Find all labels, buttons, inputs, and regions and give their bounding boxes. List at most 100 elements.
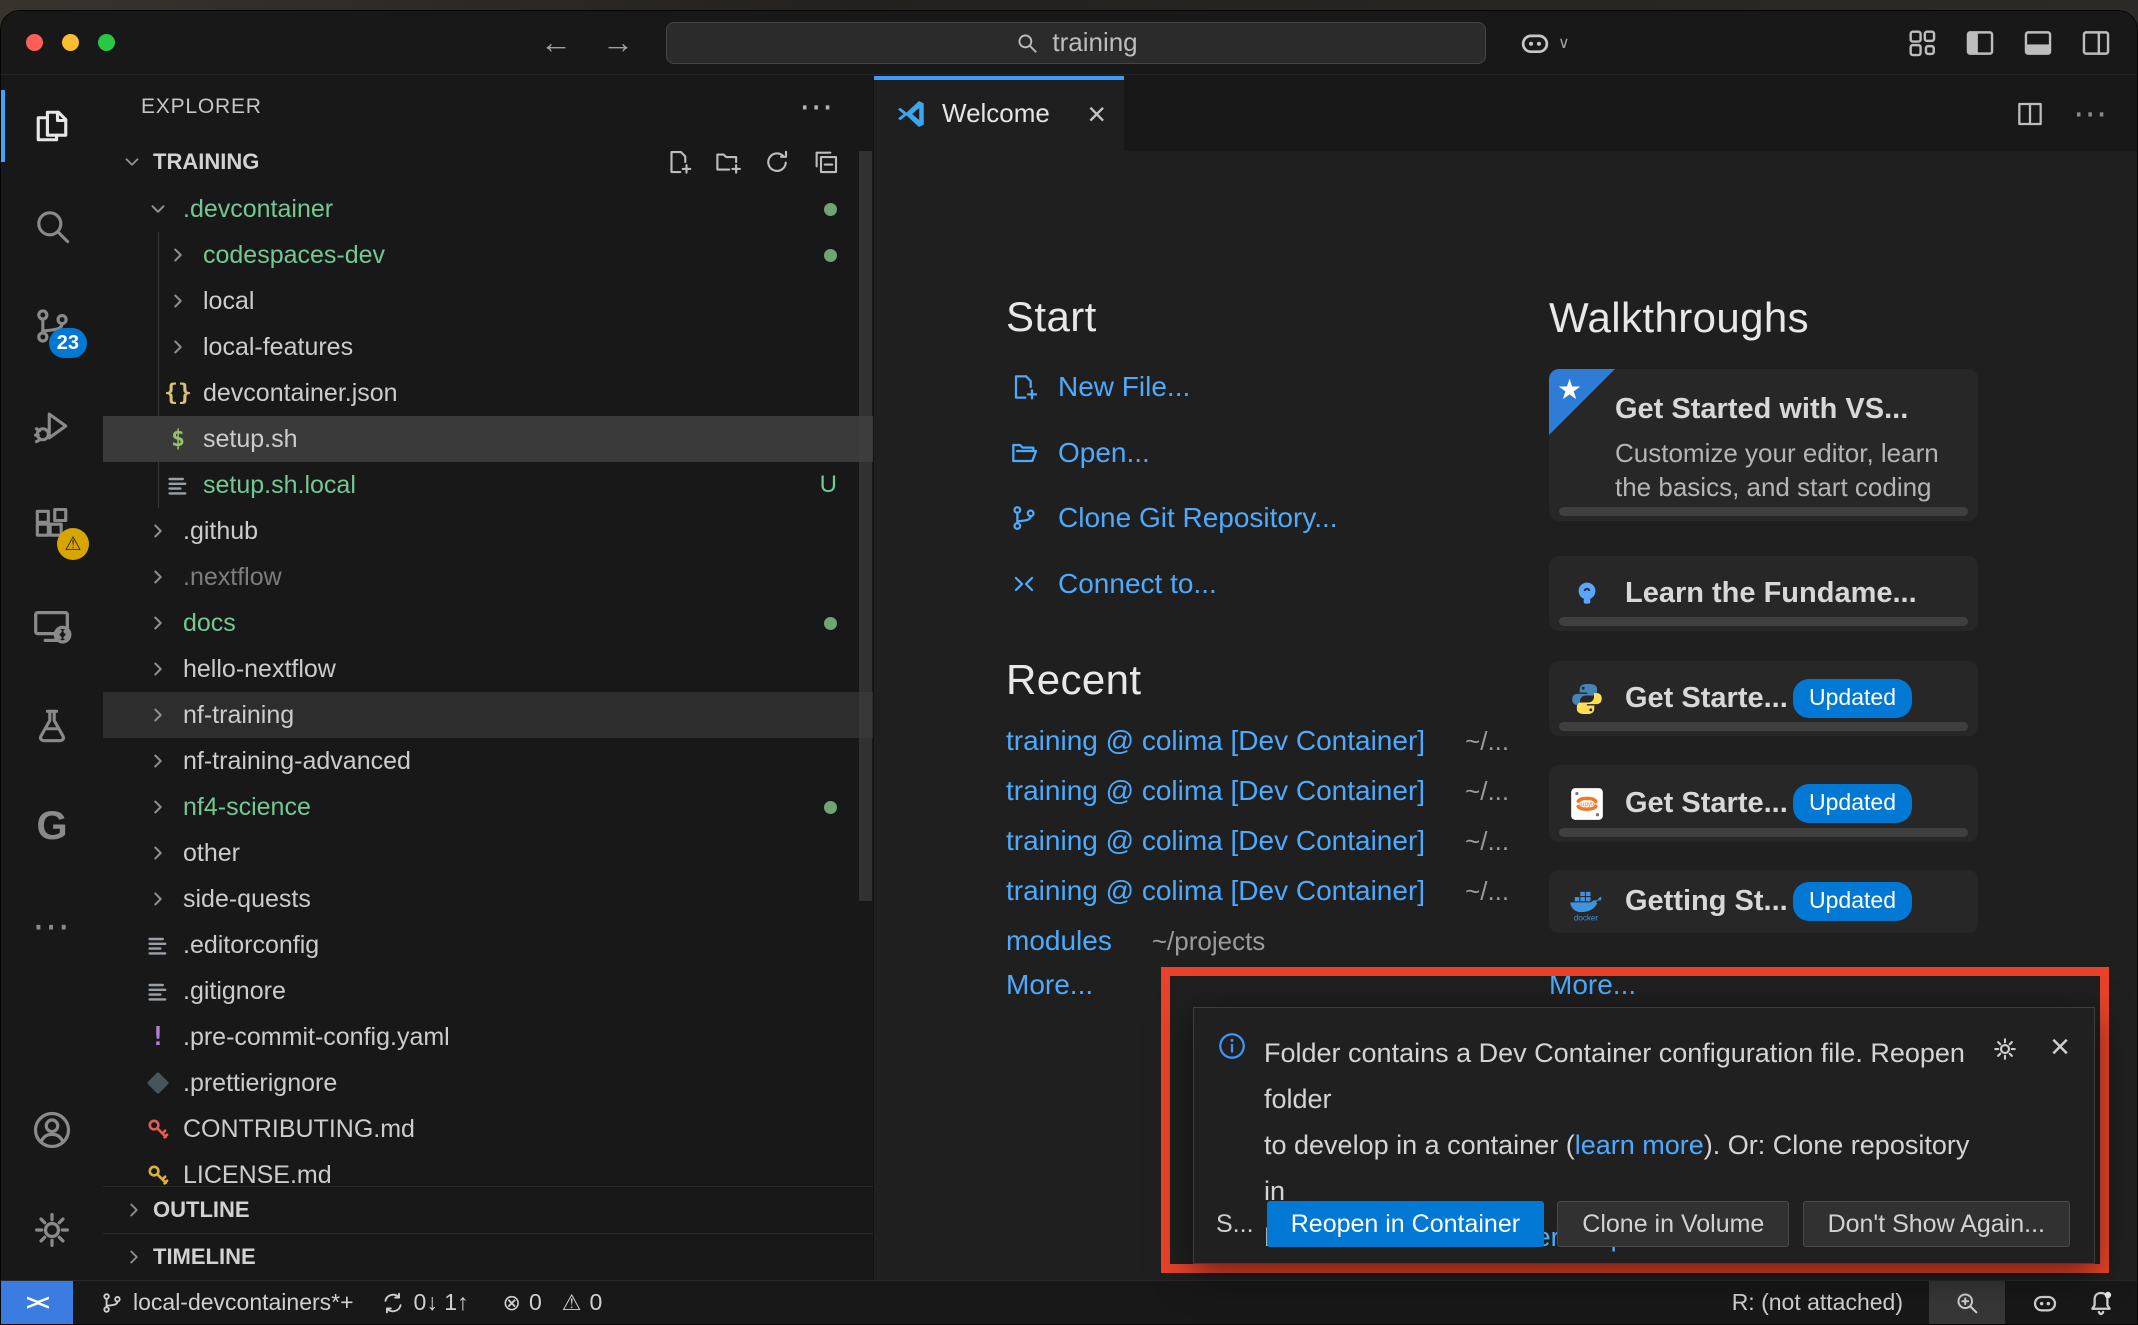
chevron-down-icon (115, 151, 149, 173)
recent-item[interactable]: training @ colima [Dev Container]~/... (1006, 718, 1509, 764)
start-link-clone-git-repository[interactable]: Clone Git Repository... (1006, 494, 1338, 542)
tree-item-label: .devcontainer (183, 195, 333, 224)
close-window-button[interactable] (26, 34, 43, 51)
start-link-new-file[interactable]: New File... (1006, 363, 1190, 411)
split-editor-icon[interactable] (2011, 95, 2049, 133)
gear-icon (29, 1207, 75, 1253)
recent-more-link[interactable]: More... (1006, 969, 1093, 1001)
tree-item--github[interactable]: .github (103, 508, 873, 554)
accounts-button[interactable] (1, 1080, 103, 1180)
tree-item-docs[interactable]: docs (103, 600, 873, 646)
sync-status[interactable]: 0↓ 1↑ (380, 1289, 469, 1316)
walkthrough-card[interactable]: Learn the Fundame... (1549, 556, 1978, 631)
sidebar-scrollbar[interactable] (859, 151, 872, 901)
learn-more-link[interactable]: learn more (1575, 1130, 1704, 1160)
file-type-icon: $ (161, 428, 195, 451)
copilot-menu[interactable]: ∨ (1516, 24, 1570, 62)
start-link-open[interactable]: Open... (1006, 429, 1150, 477)
notification-settings-gear-icon[interactable] (1990, 1034, 2020, 1064)
walkthrough-card[interactable]: ★ Get Started with VS... Customize your … (1549, 369, 1978, 521)
forward-button[interactable]: → (602, 24, 634, 61)
notification-close-icon[interactable]: × (2050, 1034, 2070, 1060)
activity-gitlens[interactable]: G (1, 776, 103, 876)
git-branch-status[interactable]: local-devcontainers*+ (99, 1289, 354, 1316)
new-file-icon[interactable] (662, 145, 696, 179)
activity-remote-explorer[interactable] (1, 576, 103, 676)
problems-status[interactable]: ⊗ 0 ⚠ 0 (503, 1289, 603, 1316)
copilot-status-icon[interactable] (2029, 1287, 2061, 1319)
chevron-right-icon (161, 290, 195, 312)
r-attach-status[interactable]: R: (not attached) (1732, 1289, 1903, 1316)
recent-item-name[interactable]: modules (1006, 925, 1112, 957)
tree-item--devcontainer[interactable]: .devcontainer (103, 186, 873, 232)
tree-item--gitignore[interactable]: .gitignore (103, 968, 873, 1014)
tree-item--editorconfig[interactable]: .editorconfig (103, 922, 873, 968)
zoom-status-block[interactable] (1929, 1281, 2005, 1324)
toggle-secondary-sidebar-icon[interactable] (2077, 24, 2115, 62)
activity-bar: 23 ⚠ (1, 76, 103, 1280)
recent-item[interactable]: modules~/projects (1006, 918, 1265, 964)
walkthrough-card[interactable]: docker Getting St...Updated (1549, 870, 1978, 933)
tree-item-nf4-science[interactable]: nf4-science (103, 784, 873, 830)
activity-more[interactable]: ⋯ (1, 876, 103, 976)
clone-in-volume-button[interactable]: Clone in Volume (1557, 1201, 1789, 1247)
walkthrough-progress (1559, 828, 1968, 837)
activity-search[interactable] (1, 176, 103, 276)
recent-item[interactable]: training @ colima [Dev Container]~/... (1006, 868, 1509, 914)
tree-item-side-quests[interactable]: side-quests (103, 876, 873, 922)
notifications-bell-icon[interactable] (2085, 1287, 2117, 1319)
new-folder-icon[interactable] (711, 145, 745, 179)
reopen-in-container-button[interactable]: Reopen in Container (1267, 1201, 1544, 1247)
tree-item-setup-sh[interactable]: $setup.sh (103, 416, 873, 462)
recent-item-name[interactable]: training @ colima [Dev Container] (1006, 775, 1425, 807)
dont-show-again-button[interactable]: Don't Show Again... (1803, 1201, 2070, 1247)
walkthrough-card[interactable]: Get Starte...Updated (1549, 661, 1978, 736)
tree-item-other[interactable]: other (103, 830, 873, 876)
customize-layout-icon[interactable] (1903, 24, 1941, 62)
tree-item-local-features[interactable]: local-features (103, 324, 873, 370)
editor-more-actions-icon[interactable]: ⋯ (2073, 94, 2109, 134)
activity-testing[interactable] (1, 676, 103, 776)
source-control-badge: 23 (49, 328, 87, 358)
activity-source-control[interactable]: 23 (1, 276, 103, 376)
tree-item-devcontainer-json[interactable]: {}devcontainer.json (103, 370, 873, 416)
tree-item-setup-sh-local[interactable]: setup.sh.localU (103, 462, 873, 508)
recent-item[interactable]: training @ colima [Dev Container]~/... (1006, 768, 1509, 814)
recent-item-name[interactable]: training @ colima [Dev Container] (1006, 825, 1425, 857)
outline-section-header[interactable]: OUTLINE (103, 1186, 873, 1233)
tree-item--prettierignore[interactable]: .prettierignore (103, 1060, 873, 1106)
chevron-right-icon (141, 566, 175, 588)
remote-explorer-icon (29, 603, 75, 649)
minimize-window-button[interactable] (62, 34, 79, 51)
toggle-panel-icon[interactable] (2019, 24, 2057, 62)
tree-item--pre-commit-config-yaml[interactable]: !.pre-commit-config.yaml (103, 1014, 873, 1060)
tree-item-codespaces-dev[interactable]: codespaces-dev (103, 232, 873, 278)
recent-item-name[interactable]: training @ colima [Dev Container] (1006, 875, 1425, 907)
activity-explorer[interactable] (1, 76, 103, 176)
maximize-window-button[interactable] (98, 34, 115, 51)
collapse-all-icon[interactable] (809, 145, 843, 179)
recent-item[interactable]: training @ colima [Dev Container]~/... (1006, 818, 1509, 864)
tree-item-local[interactable]: local (103, 278, 873, 324)
chevron-right-icon (161, 244, 195, 266)
tree-item--nextflow[interactable]: .nextflow (103, 554, 873, 600)
activity-run-debug[interactable] (1, 376, 103, 476)
refresh-icon[interactable] (760, 145, 794, 179)
start-link-connect-to[interactable]: Connect to... (1006, 560, 1217, 608)
tree-item-nf-training-advanced[interactable]: nf-training-advanced (103, 738, 873, 784)
tab-welcome[interactable]: Welcome × (874, 76, 1124, 151)
walkthrough-card[interactable]: jupyter Get Starte...Updated (1549, 765, 1978, 842)
settings-button[interactable] (1, 1180, 103, 1280)
recent-item-name[interactable]: training @ colima [Dev Container] (1006, 725, 1425, 757)
workspace-section-header[interactable]: TRAINING (103, 138, 873, 186)
back-button[interactable]: ← (540, 24, 572, 61)
remote-indicator[interactable]: >< (1, 1281, 73, 1324)
tree-item-contributing-md[interactable]: CONTRIBUTING.md (103, 1106, 873, 1152)
chevron-right-icon (141, 888, 175, 910)
timeline-section-header[interactable]: TIMELINE (103, 1233, 873, 1280)
toggle-primary-sidebar-icon[interactable] (1961, 24, 1999, 62)
command-center-search[interactable]: training (666, 22, 1486, 64)
activity-extensions[interactable]: ⚠ (1, 476, 103, 576)
tree-item-hello-nextflow[interactable]: hello-nextflow (103, 646, 873, 692)
tree-item-nf-training[interactable]: nf-training (103, 692, 873, 738)
